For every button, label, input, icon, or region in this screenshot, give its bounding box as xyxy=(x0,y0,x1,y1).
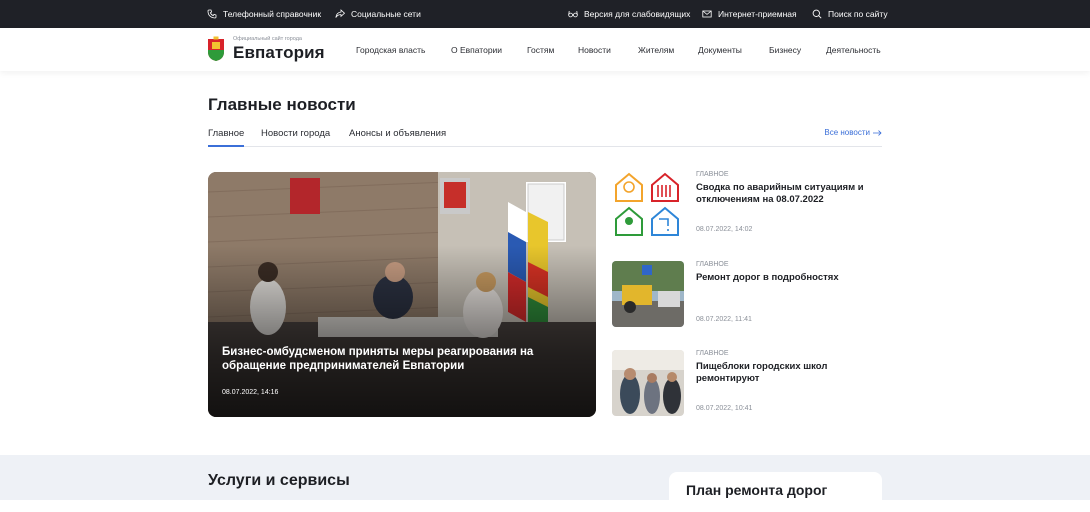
low-vision-label: Версия для слабовидящих xyxy=(584,9,691,19)
nav-item-guests[interactable]: Гостям xyxy=(527,28,554,71)
site-logo[interactable]: Официальный сайт города Евпатория xyxy=(207,36,325,62)
news-category: ГЛАВНОЕ xyxy=(696,171,729,178)
main-news-card[interactable]: Бизнес-омбудсменом приняты меры реагиров… xyxy=(208,172,596,417)
news-category: ГЛАВНОЕ xyxy=(696,261,729,268)
tab-main[interactable]: Главное xyxy=(208,128,245,147)
site-search-link[interactable]: Поиск по сайту xyxy=(812,0,888,28)
road-repair-plan-card[interactable]: План ремонта дорог xyxy=(669,472,882,512)
road-repair-photo xyxy=(612,261,684,327)
nav-item-city-government[interactable]: Городская власть xyxy=(356,28,425,71)
phone-book-link[interactable]: Телефонный справочник xyxy=(207,0,321,28)
arrow-right-icon xyxy=(873,129,882,136)
logo-title: Евпатория xyxy=(233,43,325,62)
news-title: Пищеблоки городских школ ремонтируют xyxy=(696,361,828,384)
main-news-title: Бизнес-омбудсменом приняты меры реагиров… xyxy=(222,346,534,372)
tab-city-news[interactable]: Новости города xyxy=(261,128,330,145)
search-icon xyxy=(812,9,822,19)
services-title: Услуги и сервисы xyxy=(208,472,350,489)
side-news-item[interactable]: ГЛАВНОЕ Пищеблоки городских школ ремонти… xyxy=(612,350,884,420)
news-date: 08.07.2022, 10:41 xyxy=(696,405,753,412)
main-news-date: 08.07.2022, 14:16 xyxy=(222,389,279,396)
logo-caption: Официальный сайт города xyxy=(233,36,302,42)
top-bar: Телефонный справочник Социальные сети Ве… xyxy=(0,0,1090,28)
news-category: ГЛАВНОЕ xyxy=(696,350,729,357)
phone-icon xyxy=(207,9,217,19)
news-title: Ремонт дорог в подробностях xyxy=(696,272,839,283)
news-title: Сводка по аварийным ситуациям и отключен… xyxy=(696,182,864,205)
nav-item-residents[interactable]: Жителям xyxy=(638,28,674,71)
nav-item-documents[interactable]: Документы xyxy=(698,28,742,71)
glasses-icon xyxy=(568,10,578,18)
coat-of-arms-icon xyxy=(208,36,224,61)
news-date: 08.07.2022, 11:41 xyxy=(696,316,752,323)
card-shade xyxy=(208,172,596,417)
side-news-item[interactable]: ГЛАВНОЕ Ремонт дорог в подробностях 08.0… xyxy=(612,261,884,331)
news-section-title: Главные новости xyxy=(208,95,356,114)
nav-item-business[interactable]: Бизнесу xyxy=(769,28,801,71)
utility-icons xyxy=(612,171,684,237)
mail-icon xyxy=(702,10,712,18)
low-vision-link[interactable]: Версия для слабовидящих xyxy=(568,0,690,28)
nav-item-activity[interactable]: Деятельность xyxy=(826,28,881,71)
site-search-label: Поиск по сайту xyxy=(828,9,888,19)
services-band xyxy=(0,455,1090,500)
phone-book-label: Телефонный справочник xyxy=(223,9,322,19)
social-networks-link[interactable]: Социальные сети xyxy=(335,0,421,28)
nav-item-news[interactable]: Новости xyxy=(578,28,611,71)
utility-icons-thumb xyxy=(612,171,684,237)
all-news-label: Все новости xyxy=(824,128,870,137)
side-news-item[interactable]: ГЛАВНОЕ Сводка по аварийным ситуациям и … xyxy=(612,171,884,241)
tab-announcements[interactable]: Анонсы и объявления xyxy=(349,128,446,145)
social-networks-label: Социальные сети xyxy=(351,9,421,19)
internet-reception-label: Интернет-приемная xyxy=(718,9,797,19)
school-kitchen-thumb xyxy=(612,350,684,416)
share-icon xyxy=(335,9,345,18)
main-nav: Городская власть О Евпатории Гостям Ново… xyxy=(356,28,940,71)
school-kitchen-photo xyxy=(612,350,684,416)
all-news-link[interactable]: Все новости xyxy=(824,128,882,137)
news-tabs: Главное Новости города Анонсы и объявлен… xyxy=(208,124,882,147)
road-repair-plan-title: План ремонта дорог xyxy=(686,482,828,498)
nav-item-about[interactable]: О Евпатории xyxy=(451,28,502,71)
internet-reception-link[interactable]: Интернет-приемная xyxy=(702,0,797,28)
site-header: Официальный сайт города Евпатория Городс… xyxy=(0,28,1090,71)
news-date: 08.07.2022, 14:02 xyxy=(696,226,753,233)
road-repair-thumb xyxy=(612,261,684,327)
